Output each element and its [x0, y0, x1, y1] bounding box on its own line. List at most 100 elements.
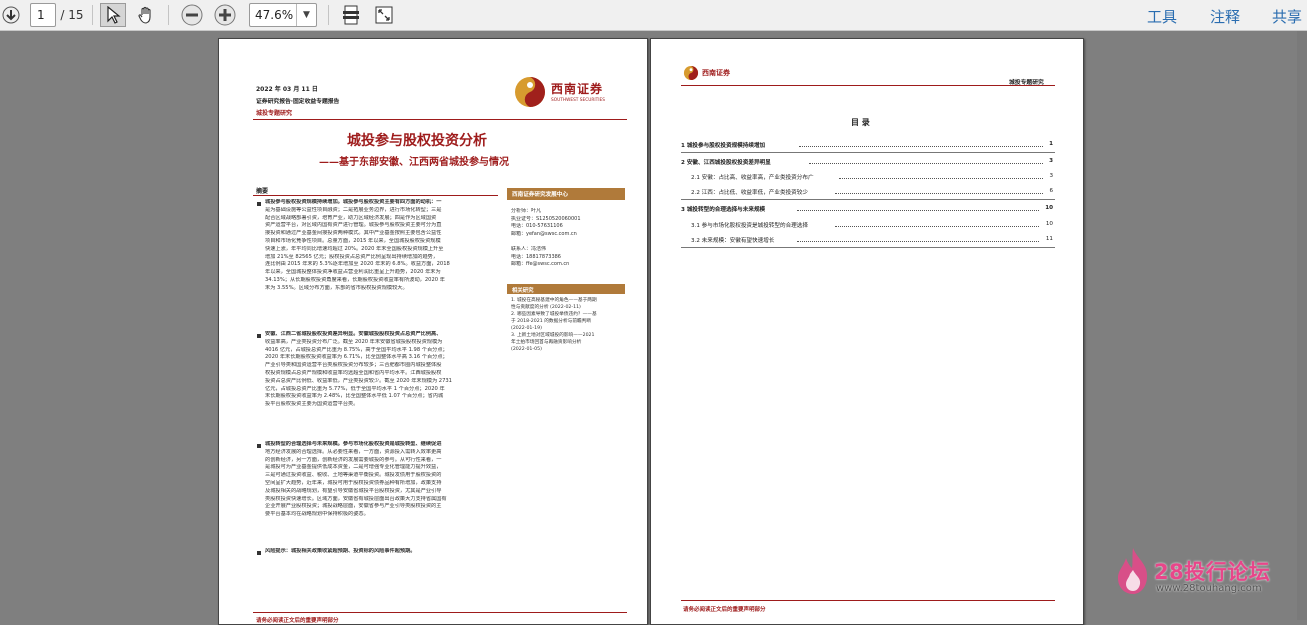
- toolbar-divider: [328, 5, 329, 25]
- related-item[interactable]: 于 2018-2021 的数据分析与前瞻判断: [511, 318, 625, 325]
- para-line: 三是可通过投资收益、税收、土地等渠道平衡投资。城投发债用于股权投资的: [265, 472, 442, 479]
- toc-item[interactable]: 3 城投转型的合理选择与未来规模 10: [681, 205, 1053, 213]
- para-line: 是城投可为产业基金提供低成本资金，二是可增强专业化管理能力提升效益，: [265, 464, 442, 471]
- zoom-out-button[interactable]: [180, 3, 204, 27]
- para-line: 企业开展产业股权投资；城投战略层面，安徽省参与产业引导类股权投资的主: [265, 503, 442, 510]
- para-line: 34.13%；从长期股权投资角度来看，长期股权投资收益率有所波动，2020 年: [265, 276, 445, 283]
- toc-item[interactable]: 2.1 安徽：占比高、收益率高，产业类投资分布广 3: [691, 173, 1053, 181]
- chevron-down-icon[interactable]: ▼: [296, 4, 316, 26]
- related-item[interactable]: (2022-01-19): [511, 325, 625, 332]
- watermark-url: www.28touhang.com: [1156, 583, 1262, 594]
- para-line: 亿元，占城投总资产比重为 5.77%，低于全国平均水平 1 个百分点；2020 …: [265, 385, 445, 392]
- toc-leader: [797, 210, 1039, 211]
- para-line: 投资占总资产比例低、收益率低，产业类投资较少。截至 2020 年末规模为 273…: [265, 377, 452, 384]
- para-line: 项目和市场化竞争性项目。总量方面，2015 年以来，全国城投股权投资规模: [265, 237, 441, 244]
- toc-leader: [809, 163, 1043, 164]
- related-item[interactable]: 3. 上新土地对区域城投的影响——2021: [511, 332, 625, 339]
- toc-page: 3: [1049, 158, 1053, 164]
- risk-warning: 风险提示：城投相关政策收紧超预期、投资标的风险事件超预期。: [265, 548, 497, 556]
- toc-item[interactable]: 2 安徽、江西城投股权投资差异明显 3: [681, 158, 1053, 166]
- para-line: 风险提示：城投相关政策收紧超预期、投资标的风险事件超预期。: [265, 548, 416, 554]
- related-item[interactable]: (2022-01-05): [511, 346, 625, 353]
- para-line: 末为 3.55%。区域分布方面，东部的省市股权投资规模较大。: [265, 284, 408, 291]
- page-footer: 请务必阅读正文后的重要声明部分: [683, 607, 766, 613]
- page-current: 1: [37, 8, 45, 22]
- viewer-toolbar: 1 / 15 47.6% ▼ 工具 注释 共享: [0, 0, 1307, 31]
- pdf-page-2: 西南证券 城投专题研究 目 录 1 城投参与股权投资规模持续增加 1 2 安徽、…: [650, 38, 1084, 625]
- toc-label: 1 城投参与股权投资规模持续增加: [681, 143, 766, 149]
- toc-item[interactable]: 1 城投参与股权投资规模持续增加 1: [681, 141, 1053, 149]
- watermark-brand: 28投行论坛: [1154, 560, 1271, 584]
- vertical-scrollbar[interactable]: [1297, 31, 1307, 620]
- para-line: 空间呈扩大趋势，近年来，城投可用于股权投资债券品种有所增加，政策支持: [265, 479, 442, 486]
- toc-label: 3.1 参与市场化股权投资是城投转型的合理选择: [691, 223, 808, 229]
- toc-page: 10: [1045, 221, 1053, 227]
- toc-divider: [681, 152, 1055, 153]
- hand-icon: [138, 6, 151, 24]
- contact-name: 联系人：冯洁伟: [511, 246, 547, 252]
- zoom-in-button[interactable]: [213, 3, 237, 27]
- document-viewport[interactable]: 2022 年 03 月 11 日 证券研究报告·固定收益专题报告 城投专题研究 …: [0, 31, 1307, 625]
- analyst-email: 邮箱：yefan@swsc.com.cn: [511, 230, 577, 237]
- minus-circle-icon: [181, 4, 203, 26]
- para-line: 城投转型的合理选择与未来规模。参与市场化股权投资是城投转型、继续促进: [265, 441, 442, 447]
- analyst-name: 分析师：叶凡: [511, 208, 542, 214]
- sidebar-title: 西南证券研究发展中心: [512, 192, 568, 198]
- hand-tool-button[interactable]: [133, 3, 159, 27]
- para-line: 增加 21%至 82565 亿元；股权投资占总资产比例呈现出持续增加的趋势，: [265, 253, 439, 260]
- para-line: 安徽、江西二省城投股权投资差异明显。安徽城投股权投资占总资产比例高、: [265, 331, 442, 337]
- footer-rule: [681, 600, 1055, 601]
- para-line: 配合区域战略部署引资，培育产业，助力区域经济发展；四是作为区域国资: [265, 214, 437, 221]
- back-button[interactable]: [1, 3, 21, 27]
- cursor-arrow-icon: [107, 6, 121, 24]
- contact-info: 联系人：冯洁伟 电话：18817873386 邮箱：ffe@swsc.com.c…: [511, 246, 625, 269]
- toc-label: 3 城投转型的合理选择与未来规模: [681, 207, 766, 213]
- para-line: 收益率高，产业类投资分布广泛。截至 2020 年末安徽省城投股权投资规模为: [265, 338, 443, 345]
- toc-item[interactable]: 3.1 参与市场化股权投资是城投转型的合理选择 10: [691, 221, 1053, 229]
- page-footer: 请务必阅读正文后的重要声明部分: [256, 618, 339, 624]
- para-line: 连比例由 2015 年末的 5.3%逐年增加至 2020 年末的 6.8%。收益…: [265, 261, 450, 268]
- zoom-select[interactable]: 47.6% ▼: [249, 3, 317, 27]
- related-title: 相关研究: [512, 287, 534, 294]
- footer-rule: [253, 612, 627, 613]
- toc-leader: [835, 226, 1039, 227]
- abstract-para-1: 城投参与股权投资规模持续增加。城投参与股权投资主要有四方面的动机：一 是为基础设…: [265, 199, 497, 293]
- toc-label: 2.1 安徽：占比高、收益率高，产业类投资分布广: [691, 175, 814, 181]
- para-line: 4016 亿元，占城投总资产比重为 8.75%，高于全国平均水平 1.98 个百…: [265, 346, 448, 353]
- related-item[interactable]: 2. 哪些因素导致了城投举债违约？——基: [511, 311, 625, 318]
- para-line: 权投资规模占总资产规模和收益率均远超全国和省内平均水平。江西城投股权: [265, 369, 442, 376]
- sidebar-header: 西南证券研究发展中心: [507, 188, 625, 200]
- para-line: 及城投相关的战略规划，有望引导安徽省城投平台股权投资，尤其是产业引导: [265, 487, 442, 494]
- comment-link[interactable]: 注释: [1210, 6, 1240, 27]
- bullet-icon: [257, 334, 261, 338]
- fit-page-button[interactable]: [340, 3, 362, 27]
- toc-page: 6: [1049, 188, 1053, 194]
- para-line: 要平台基本均在战略规划中保持积极的姿态。: [265, 511, 369, 518]
- para-line: 接投资和通过产业基金间接投资两种模式。其中产业基金按照主要包含公益性: [265, 230, 442, 237]
- bullet-icon: [257, 202, 261, 206]
- page-number-input[interactable]: 1: [30, 3, 56, 27]
- toc-divider: [681, 247, 1055, 248]
- para-line: 末长期股权投资收益率为 2.48%，比全国整体水平低 1.07 个百分点；省内城: [265, 393, 444, 400]
- para-line: 城投参与股权投资规模持续增加。城投参与股权投资主要有四方面的动机：一: [265, 199, 442, 205]
- toc-divider: [681, 199, 1055, 200]
- abstract-para-3: 城投转型的合理选择与未来规模。参与市场化股权投资是城投转型、继续促进 地方经济发…: [265, 441, 497, 519]
- full-screen-button[interactable]: [373, 3, 395, 27]
- zoom-value: 47.6%: [255, 8, 294, 22]
- related-item[interactable]: 年土拍市场回首与再融资影响分析: [511, 339, 625, 346]
- tools-link[interactable]: 工具: [1147, 6, 1177, 27]
- toc-label: 2.2 江西：占比低、收益率低，产业类投资较少: [691, 190, 808, 196]
- bullet-icon: [257, 551, 261, 555]
- para-line: 类股权投资快速增长。区域方面，安徽省有城投层面出台政策大力支持省属国有: [265, 495, 447, 502]
- share-link[interactable]: 共享: [1272, 6, 1302, 27]
- select-tool-button[interactable]: [100, 3, 126, 27]
- toc-item[interactable]: 2.2 江西：占比低、收益率低，产业类投资较少 6: [691, 188, 1053, 196]
- toc-item[interactable]: 3.2 未来规模：安徽有望快速增长 11: [691, 236, 1053, 244]
- analyst-sidebar: 西南证券研究发展中心 分析师：叶凡 执业证号：S1250520060001 电话…: [507, 188, 625, 378]
- related-item[interactable]: 性与贡献度的分析 (2022-02-11): [511, 304, 625, 311]
- related-item[interactable]: 1. 城投在高秘基建中的角色——基于两期: [511, 297, 625, 304]
- toc-page: 11: [1045, 236, 1053, 242]
- para-line: 投平台股权投资主要为国资运营平台类。: [265, 401, 359, 408]
- para-line: 快速上涨，年平均同比增速均超过 20%。2020 年末全国股权投资规模上升至: [265, 245, 444, 252]
- toc-page: 10: [1045, 205, 1053, 211]
